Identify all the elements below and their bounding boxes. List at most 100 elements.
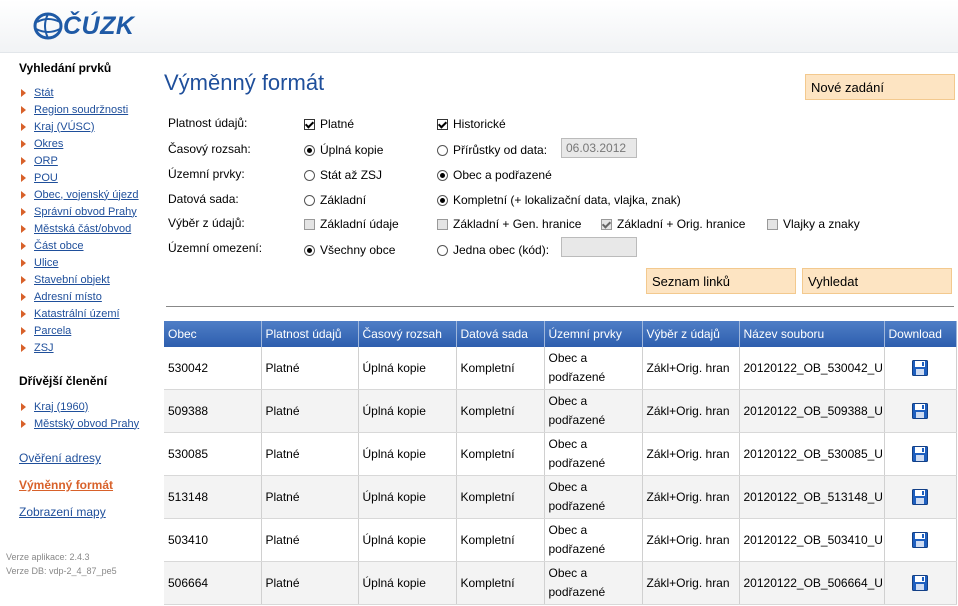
dataset-complete-radio[interactable]: Kompletní (+ lokalizační data, vlajka, z… <box>437 193 681 207</box>
search-button[interactable]: Vyhledat <box>802 268 952 294</box>
column-header[interactable]: Platnost údajů <box>261 321 359 347</box>
sidebar-former-link[interactable]: Městský obvod Prahy <box>34 418 139 430</box>
floppy-disk-icon[interactable] <box>912 446 928 462</box>
sidebar-former-link[interactable]: Kraj (1960) <box>34 401 88 413</box>
nav-map-display[interactable]: Zobrazení mapy <box>19 505 106 519</box>
floppy-disk-icon[interactable] <box>912 575 928 591</box>
validity-historic-checkbox[interactable]: Historické <box>437 117 506 131</box>
table-row: 513148 Platné Úplná kopie Kompletní Obec a p… <box>164 475 957 519</box>
sidebar-list-item: Parcela <box>21 322 139 339</box>
sidebar-section-title: Dřívější členění <box>19 374 108 388</box>
sidebar-element-link[interactable]: ORP <box>34 155 58 167</box>
table-row: 503410 Platné Úplná kopie Kompletní Obec a p… <box>164 518 957 562</box>
sidebar-element-link[interactable]: Stát <box>34 87 54 99</box>
table-cell: Platné <box>261 561 359 605</box>
selection-basic-checkbox[interactable]: Základní údaje <box>304 217 399 231</box>
download-cell[interactable] <box>884 561 957 605</box>
dataset-basic-radio[interactable]: Základní <box>304 193 366 207</box>
cuzk-logo[interactable]: ČÚZK <box>33 10 134 42</box>
download-cell[interactable] <box>884 347 957 390</box>
date-input[interactable]: 06.03.2012 <box>561 138 637 158</box>
table-cell: Úplná kopie <box>358 518 457 562</box>
label-territorial: Územní prvky: <box>168 167 245 181</box>
sidebar-list-item: Část obce <box>21 237 139 254</box>
table-row: 506664 Platné Úplná kopie Kompletní Obec a p… <box>164 561 957 605</box>
download-cell[interactable] <box>884 432 957 476</box>
download-cell[interactable] <box>884 389 957 433</box>
sidebar-element-link[interactable]: Parcela <box>34 325 71 337</box>
sidebar-element-link[interactable]: POU <box>34 172 58 184</box>
download-cell[interactable] <box>884 475 957 519</box>
table-cell: Zákl+Orig. hran <box>642 389 740 433</box>
triangle-bullet-icon <box>21 292 26 301</box>
sidebar-list-item: POU <box>21 169 139 186</box>
column-header[interactable]: Název souboru <box>739 321 885 347</box>
selection-basic-gen-checkbox[interactable]: Základní + Gen. hranice <box>437 217 581 231</box>
sidebar-element-link[interactable]: Část obce <box>34 240 84 252</box>
option-label: Základní <box>320 193 367 207</box>
table-cell: 20120122_OB_503410_U <box>739 518 885 562</box>
sidebar-element-link[interactable]: Katastrální území <box>34 308 120 320</box>
sidebar-element-link[interactable]: Městská část/obvod <box>34 223 131 235</box>
sidebar-element-link[interactable]: Stavební objekt <box>34 274 110 286</box>
sidebar: Vyhledání prvků Stát Region soudržnosti Kr… <box>0 52 160 606</box>
column-header[interactable]: Datová sada <box>456 321 545 347</box>
link-list-button[interactable]: Seznam linků <box>646 268 796 294</box>
triangle-bullet-icon <box>21 326 26 335</box>
table-cell: Zákl+Orig. hran <box>642 518 740 562</box>
table-cell: Úplná kopie <box>358 432 457 476</box>
validity-current-checkbox[interactable]: Platné <box>304 117 354 131</box>
table-cell: Obec a podřazené <box>544 432 643 476</box>
triangle-bullet-icon <box>21 309 26 318</box>
table-row: 530085 Platné Úplná kopie Kompletní Obec a p… <box>164 432 957 476</box>
page-title: Výměnný formát <box>164 70 325 95</box>
sidebar-element-link[interactable]: Správní obvod Prahy <box>34 206 137 218</box>
column-header[interactable]: Download <box>884 321 957 347</box>
nav-address-verification[interactable]: Ověření adresy <box>19 451 101 465</box>
sidebar-element-link[interactable]: Okres <box>34 138 63 150</box>
floppy-disk-icon[interactable] <box>912 403 928 419</box>
sidebar-list-item: Ulice <box>21 254 139 271</box>
table-cell: 20120122_OB_530085_U <box>739 432 885 476</box>
sidebar-element-link[interactable]: Obec, vojenský újezd <box>34 189 139 201</box>
sidebar-list-item: Městský obvod Prahy <box>21 415 139 432</box>
radio-selected-icon <box>304 144 315 156</box>
radio-selected-icon <box>437 194 448 206</box>
table-cell: Platné <box>261 389 359 433</box>
restriction-one-radio[interactable]: Jedna obec (kód): <box>437 243 549 257</box>
new-query-button[interactable]: Nové zadání <box>805 74 955 100</box>
column-header[interactable]: Výběr z údajů <box>642 321 740 347</box>
db-version: Verze DB: vdp-2_4_87_pe5 <box>6 566 117 576</box>
option-label: Stát až ZSJ <box>320 168 383 182</box>
time-full-radio[interactable]: Úplná kopie <box>304 143 383 157</box>
option-label: Historické <box>453 117 506 131</box>
option-label: Základní údaje <box>320 217 399 231</box>
option-label: Základní + Gen. hranice <box>453 217 582 231</box>
selection-flags-checkbox[interactable]: Vlajky a znaky <box>767 217 860 231</box>
column-header[interactable]: Časový rozsah <box>358 321 457 347</box>
time-increments-radio[interactable]: Přírůstky od data: <box>437 143 547 157</box>
sidebar-element-link[interactable]: Kraj (VÚSC) <box>34 121 95 133</box>
floppy-disk-icon[interactable] <box>912 489 928 505</box>
floppy-disk-icon[interactable] <box>912 532 928 548</box>
download-cell[interactable] <box>884 518 957 562</box>
territorial-municipality-radio[interactable]: Obec a podřazené <box>437 168 552 182</box>
table-cell: 506664 <box>164 561 262 605</box>
radio-empty-icon <box>304 194 315 206</box>
sidebar-element-link[interactable]: Ulice <box>34 257 58 269</box>
municipality-code-input[interactable] <box>561 237 637 257</box>
floppy-disk-icon[interactable] <box>912 360 928 376</box>
sidebar-element-link[interactable]: Region soudržnosti <box>34 104 128 116</box>
column-header[interactable]: Územní prvky <box>544 321 643 347</box>
table-cell: Úplná kopie <box>358 475 457 519</box>
selection-basic-orig-checkbox[interactable]: Základní + Orig. hranice <box>601 217 745 231</box>
sidebar-element-link[interactable]: ZSJ <box>34 342 54 354</box>
restriction-all-radio[interactable]: Všechny obce <box>304 243 395 257</box>
column-header[interactable]: Obec <box>164 321 262 347</box>
sidebar-element-link[interactable]: Adresní místo <box>34 291 102 303</box>
territorial-state-radio[interactable]: Stát až ZSJ <box>304 168 382 182</box>
nav-exchange-format[interactable]: Výměnný formát <box>19 478 113 492</box>
label-time-range: Časový rozsah: <box>168 142 251 156</box>
triangle-bullet-icon <box>21 419 26 428</box>
option-label: Všechny obce <box>320 243 396 257</box>
